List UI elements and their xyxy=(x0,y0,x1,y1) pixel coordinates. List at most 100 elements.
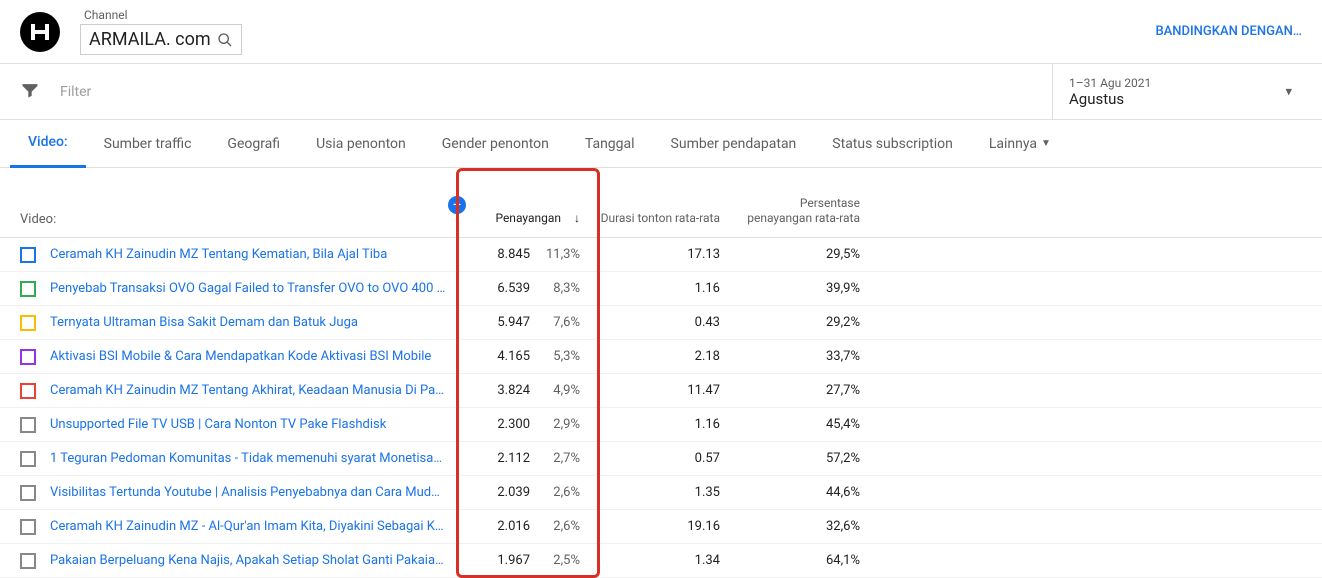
views-percent: 2,6% xyxy=(530,485,580,500)
video-cell: Aktivasi BSI Mobile & Cara Mendapatkan K… xyxy=(0,349,460,365)
tab-subscription[interactable]: Status subscription xyxy=(814,120,971,168)
header-bar: Channel ARMAILA. com BANDINGKAN DENGAN… xyxy=(0,0,1322,64)
row-checkbox[interactable] xyxy=(20,451,36,467)
views-cell: 3.8244,9% xyxy=(460,383,600,398)
table-body: Ceramah KH Zainudin MZ Tentang Kematian,… xyxy=(0,238,1322,578)
col-header-duration[interactable]: Durasi tonton rata-rata xyxy=(600,211,740,227)
tab-date[interactable]: Tanggal xyxy=(567,120,653,168)
views-value: 1.967 xyxy=(475,553,530,568)
filter-icon[interactable] xyxy=(20,80,40,104)
table-row: Penyebab Transaksi OVO Gagal Failed to T… xyxy=(0,272,1322,306)
table-row: Pakaian Berpeluang Kena Najis, Apakah Se… xyxy=(0,544,1322,578)
video-title-link[interactable]: Visibilitas Tertunda Youtube | Analisis … xyxy=(50,485,440,500)
percent-cell: 29,5% xyxy=(740,247,880,262)
col-header-percent[interactable]: Persentase penayangan rata-rata xyxy=(740,196,880,227)
tab-video[interactable]: Video: xyxy=(10,120,86,168)
add-metric-button[interactable]: + xyxy=(448,196,466,214)
row-checkbox[interactable] xyxy=(20,247,36,263)
col-header-views-label: Penayangan xyxy=(495,211,561,225)
video-title-link[interactable]: Aktivasi BSI Mobile & Cara Mendapatkan K… xyxy=(50,349,431,364)
col-header-views[interactable]: Penayangan ↓ xyxy=(460,211,600,227)
video-title-link[interactable]: 1 Teguran Pedoman Komunitas - Tidak meme… xyxy=(50,451,442,466)
row-checkbox[interactable] xyxy=(20,315,36,331)
video-cell: 1 Teguran Pedoman Komunitas - Tidak meme… xyxy=(0,451,460,467)
chevron-down-icon: ▼ xyxy=(1041,138,1051,149)
date-month-text: Agustus xyxy=(1069,90,1272,108)
date-range-text: 1–31 Agu 2021 xyxy=(1069,76,1272,90)
channel-selector[interactable]: ARMAILA. com xyxy=(80,24,242,55)
percent-cell: 39,9% xyxy=(740,281,880,296)
views-value: 6.539 xyxy=(475,281,530,296)
views-percent: 2,6% xyxy=(530,519,580,534)
duration-cell: 0.57 xyxy=(600,451,740,466)
chevron-down-icon: ▾ xyxy=(1285,84,1292,99)
views-value: 3.824 xyxy=(475,383,530,398)
filter-bar: Filter 1–31 Agu 2021 Agustus ▾ xyxy=(0,64,1322,120)
channel-name: ARMAILA. com xyxy=(89,29,211,50)
tab-geography[interactable]: Geografi xyxy=(209,120,298,168)
video-title-link[interactable]: Ceramah KH Zainudin MZ - Al-Qur'an Imam … xyxy=(50,519,444,534)
percent-cell: 64,1% xyxy=(740,553,880,568)
tab-gender[interactable]: Gender penonton xyxy=(424,120,567,168)
views-value: 2.039 xyxy=(475,485,530,500)
table-row: 1 Teguran Pedoman Komunitas - Tidak meme… xyxy=(0,442,1322,476)
percent-cell: 32,6% xyxy=(740,519,880,534)
table-row: Unsupported File TV USB | Cara Nonton TV… xyxy=(0,408,1322,442)
duration-cell: 1.35 xyxy=(600,485,740,500)
col-header-video[interactable]: Video: xyxy=(0,212,460,227)
tab-traffic[interactable]: Sumber traffic xyxy=(86,120,210,168)
table-row: Aktivasi BSI Mobile & Cara Mendapatkan K… xyxy=(0,340,1322,374)
row-checkbox[interactable] xyxy=(20,519,36,535)
row-checkbox[interactable] xyxy=(20,349,36,365)
views-value: 5.947 xyxy=(475,315,530,330)
duration-cell: 1.16 xyxy=(600,281,740,296)
tab-bar: Video: Sumber traffic Geografi Usia peno… xyxy=(0,120,1322,168)
views-value: 2.300 xyxy=(475,417,530,432)
duration-cell: 17.13 xyxy=(600,247,740,262)
compare-button[interactable]: BANDINGKAN DENGAN… xyxy=(1155,24,1302,39)
views-percent: 11,3% xyxy=(530,247,580,262)
row-checkbox[interactable] xyxy=(20,281,36,297)
views-percent: 4,9% xyxy=(530,383,580,398)
video-title-link[interactable]: Pakaian Berpeluang Kena Najis, Apakah Se… xyxy=(50,553,444,568)
views-value: 4.165 xyxy=(475,349,530,364)
video-cell: Ceramah KH Zainudin MZ Tentang Akhirat, … xyxy=(0,383,460,399)
video-cell: Ternyata Ultraman Bisa Sakit Demam dan B… xyxy=(0,315,460,331)
tab-age[interactable]: Usia penonton xyxy=(298,120,424,168)
row-checkbox[interactable] xyxy=(20,485,36,501)
sort-down-icon: ↓ xyxy=(574,211,580,225)
tab-more[interactable]: Lainnya ▼ xyxy=(971,120,1069,168)
video-title-link[interactable]: Ceramah KH Zainudin MZ Tentang Kematian,… xyxy=(50,247,387,262)
channel-logo[interactable] xyxy=(20,12,60,52)
views-cell: 2.3002,9% xyxy=(460,417,600,432)
table-row: Ceramah KH Zainudin MZ Tentang Akhirat, … xyxy=(0,374,1322,408)
views-percent: 8,3% xyxy=(530,281,580,296)
duration-cell: 19.16 xyxy=(600,519,740,534)
video-title-link[interactable]: Ternyata Ultraman Bisa Sakit Demam dan B… xyxy=(50,315,358,330)
views-percent: 7,6% xyxy=(530,315,580,330)
row-checkbox[interactable] xyxy=(20,417,36,433)
tab-revenue[interactable]: Sumber pendapatan xyxy=(653,120,815,168)
date-range-picker[interactable]: 1–31 Agu 2021 Agustus ▾ xyxy=(1052,64,1302,119)
table-row: Ceramah KH Zainudin MZ Tentang Kematian,… xyxy=(0,238,1322,272)
duration-cell: 0.43 xyxy=(600,315,740,330)
video-cell: Ceramah KH Zainudin MZ Tentang Kematian,… xyxy=(0,247,460,263)
views-cell: 1.9672,5% xyxy=(460,553,600,568)
table-wrap: Video: + Penayangan ↓ Durasi tonton rata… xyxy=(0,168,1322,578)
views-percent: 5,3% xyxy=(530,349,580,364)
percent-cell: 45,4% xyxy=(740,417,880,432)
tab-more-label: Lainnya xyxy=(989,136,1037,152)
percent-cell: 33,7% xyxy=(740,349,880,364)
video-title-link[interactable]: Penyebab Transaksi OVO Gagal Failed to T… xyxy=(50,281,445,296)
video-title-link[interactable]: Unsupported File TV USB | Cara Nonton TV… xyxy=(50,417,386,432)
views-value: 2.016 xyxy=(475,519,530,534)
filter-input[interactable]: Filter xyxy=(60,84,91,100)
row-checkbox[interactable] xyxy=(20,383,36,399)
percent-cell: 27,7% xyxy=(740,383,880,398)
row-checkbox[interactable] xyxy=(20,553,36,569)
video-title-link[interactable]: Ceramah KH Zainudin MZ Tentang Akhirat, … xyxy=(50,383,444,398)
table-header: Video: + Penayangan ↓ Durasi tonton rata… xyxy=(0,168,1322,238)
duration-cell: 11.47 xyxy=(600,383,740,398)
percent-cell: 29,2% xyxy=(740,315,880,330)
views-cell: 8.84511,3% xyxy=(460,247,600,262)
